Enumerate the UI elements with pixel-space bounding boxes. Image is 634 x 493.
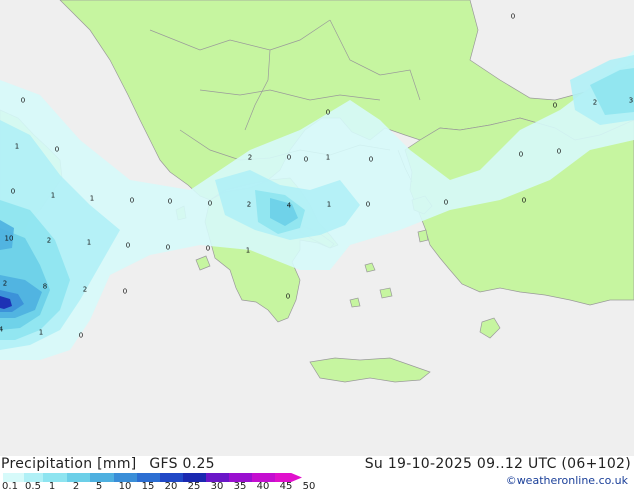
cyclades-island-b	[379, 287, 393, 299]
rhodes-island	[479, 317, 501, 339]
map-value-label: 0	[365, 200, 371, 209]
legend-tick: 50	[302, 481, 316, 492]
weather-map-frame: 0 0 1 0 0 1 1 0 0 0 10 2 1 0 0 0 1 2 8 2…	[0, 0, 634, 493]
product-title: Precipitation [mm] GFS 0.25	[1, 456, 215, 472]
map-value-label: 0	[78, 331, 84, 340]
map-value-label: 2	[82, 285, 88, 294]
cyclades-island-c	[349, 297, 361, 308]
legend-tick: 15	[141, 481, 155, 492]
kefalonia-island	[195, 255, 211, 271]
legend-tick: 40	[256, 481, 270, 492]
map-value-label: 0	[167, 197, 173, 206]
map-value-label: 0	[205, 244, 211, 253]
map-value-label: 1	[50, 191, 56, 200]
valid-time: Su 19-10-2025 09..12 UTC (06+102)	[364, 456, 631, 472]
map-value-label: 0	[556, 147, 562, 156]
map-value-label: 8	[42, 282, 48, 291]
precipitation-map: 0 0 1 0 0 1 1 0 0 0 10 2 1 0 0 0 1 2 8 2…	[0, 0, 634, 456]
map-value-label: 10	[4, 234, 14, 243]
map-value-label: 2	[246, 200, 252, 209]
map-value-label: 1	[89, 194, 95, 203]
map-value-label: 3	[628, 96, 634, 105]
model-name: GFS 0.25	[149, 456, 215, 472]
map-value-label: 0	[20, 96, 26, 105]
map-value-label: 1	[14, 142, 20, 151]
legend-tick: 5	[95, 481, 103, 492]
legend-tick: 25	[187, 481, 201, 492]
map-value-label: 0	[443, 198, 449, 207]
cyclades-island-a	[364, 262, 376, 273]
map-value-label: 0	[552, 101, 558, 110]
map-value-label: 0	[510, 12, 516, 21]
map-value-label: 0	[286, 153, 292, 162]
legend-tick: 20	[164, 481, 178, 492]
map-value-label: 0	[207, 199, 213, 208]
map-value-label: 0	[368, 155, 374, 164]
map-value-label: 0	[54, 145, 60, 154]
map-value-label: 1	[38, 328, 44, 337]
map-value-label: 0	[129, 196, 135, 205]
map-value-label: 2	[2, 279, 8, 288]
map-value-label: 4	[286, 201, 292, 210]
map-footer: Precipitation [mm] GFS 0.25 Su 19-10-202…	[0, 456, 634, 493]
legend-tick: 35	[233, 481, 247, 492]
chios-island	[417, 229, 429, 243]
map-value-label: 0	[285, 292, 291, 301]
map-value-label: 1	[245, 246, 251, 255]
map-value-label: 0	[521, 196, 527, 205]
map-value-label: 0	[122, 287, 128, 296]
map-value-label: 4	[0, 325, 4, 334]
map-value-label: 2	[247, 153, 253, 162]
map-value-label: 0	[518, 150, 524, 159]
legend-tick: 1	[48, 481, 56, 492]
product-name: Precipitation [mm]	[1, 456, 137, 472]
legend-tick: 2	[72, 481, 80, 492]
map-value-label: 2	[46, 236, 52, 245]
map-value-label: 1	[325, 153, 331, 162]
legend-tick: 10	[118, 481, 132, 492]
site-credit-link[interactable]: ©weatheronline.co.uk	[506, 474, 628, 487]
map-value-label: 0	[165, 243, 171, 252]
map-canvas	[0, 0, 634, 383]
legend-tick: 0.1	[2, 481, 18, 492]
map-value-label: 0	[303, 155, 309, 164]
map-value-label: 2	[592, 98, 598, 107]
legend-tick: 0.5	[25, 481, 41, 492]
legend-tick: 45	[279, 481, 293, 492]
precipitation-legend: 0.1 0.5 1 2 5 10 15 20 25 30 35 40 45 50	[0, 473, 330, 493]
map-value-label: 0	[125, 241, 131, 250]
map-value-label: 1	[326, 200, 332, 209]
legend-tick: 30	[210, 481, 224, 492]
map-value-label: 0	[325, 108, 331, 117]
legend-tick-labels: 0.1 0.5 1 2 5 10 15 20 25 30 35 40 45 50	[0, 481, 330, 493]
map-value-label: 1	[86, 238, 92, 247]
map-value-label: 0	[10, 187, 16, 196]
crete-island	[309, 357, 431, 383]
